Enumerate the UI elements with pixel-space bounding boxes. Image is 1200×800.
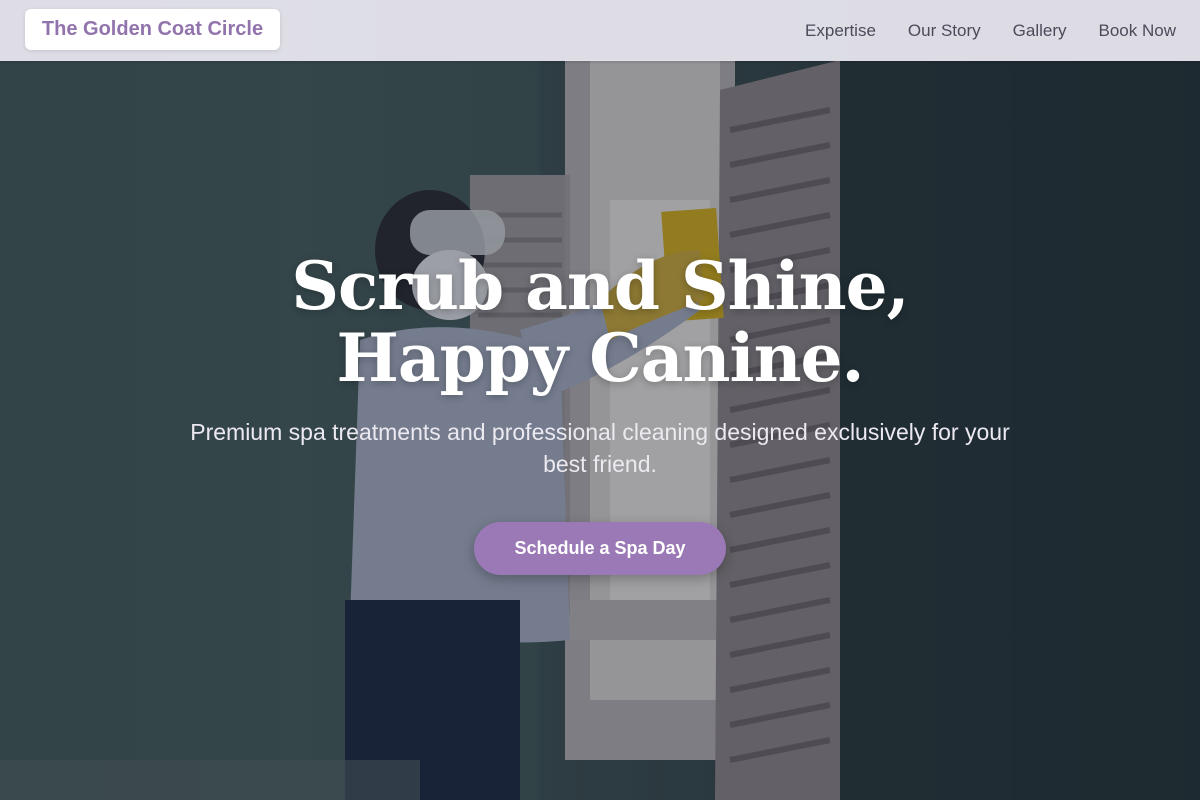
hero-headline-line2: Happy Canine. bbox=[336, 319, 864, 397]
nav-link-book-now[interactable]: Book Now bbox=[1099, 21, 1176, 41]
hero-headline-line1: Scrub and Shine, bbox=[291, 247, 909, 325]
hero-section: Scrub and Shine, Happy Canine. Premium s… bbox=[0, 250, 1200, 575]
nav-link-expertise[interactable]: Expertise bbox=[805, 21, 876, 41]
nav-link-gallery[interactable]: Gallery bbox=[1013, 21, 1067, 41]
hero-subtitle: Premium spa treatments and professional … bbox=[190, 419, 1010, 477]
nav-link-our-story[interactable]: Our Story bbox=[908, 21, 981, 41]
nav-links: Expertise Our Story Gallery Book Now bbox=[805, 0, 1176, 61]
brand-logo-link[interactable]: The Golden Coat Circle bbox=[25, 9, 280, 50]
top-navbar: The Golden Coat Circle Expertise Our Sto… bbox=[0, 0, 1200, 61]
schedule-spa-day-button[interactable]: Schedule a Spa Day bbox=[474, 522, 726, 575]
hero-headline: Scrub and Shine, Happy Canine. bbox=[0, 250, 1200, 394]
